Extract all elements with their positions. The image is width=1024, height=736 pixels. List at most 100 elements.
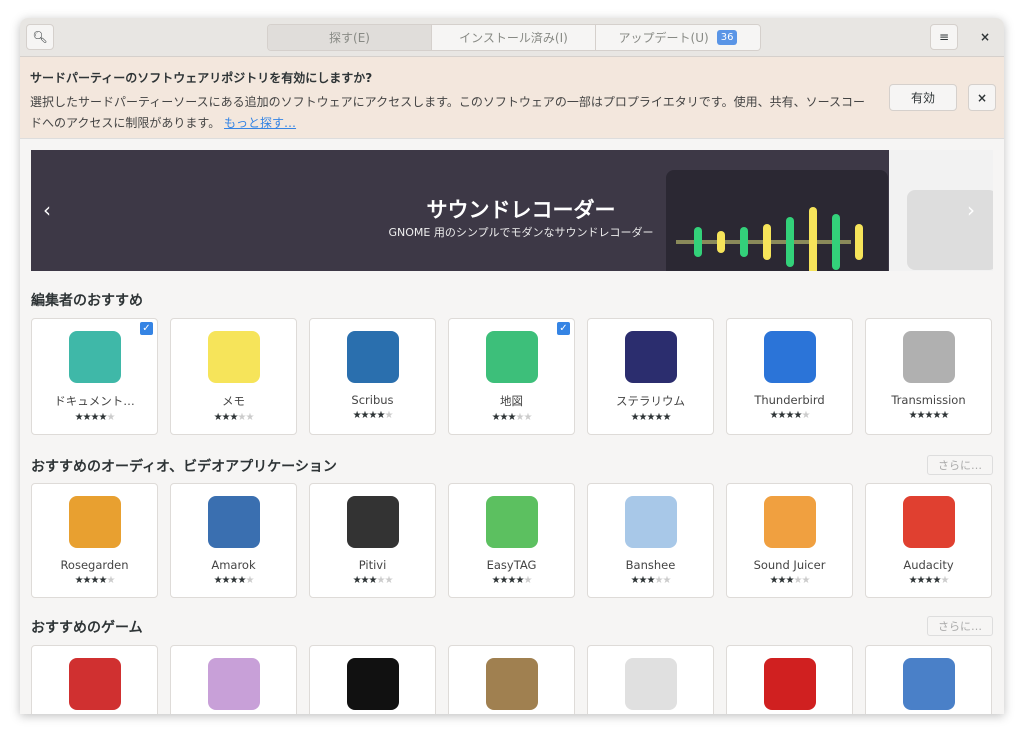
- app-tile[interactable]: Rosegarden ★★★★★: [31, 483, 158, 598]
- star-rating: ★★★★★: [213, 412, 255, 423]
- star-rating: ★★★★★: [75, 575, 116, 586]
- app-tile[interactable]: Amarok ★★★★★: [170, 483, 297, 598]
- star-icon: ★: [360, 575, 370, 586]
- star-icon: ★: [491, 575, 501, 586]
- app-tile[interactable]: ステラリウム ★★★★★: [587, 318, 714, 435]
- app-tile[interactable]: [865, 645, 992, 714]
- star-icon: ★: [916, 410, 926, 421]
- app-tile[interactable]: [170, 645, 297, 714]
- app-icon: [346, 658, 399, 710]
- app-row: [31, 645, 992, 714]
- app-tile[interactable]: [448, 645, 575, 714]
- app-icon: [68, 496, 121, 548]
- featured-banner[interactable]: ‹ サウンドレコーダー GNOME 用のシンプルでモダンなサウンドレコーダー ›: [31, 150, 993, 271]
- app-icon: [346, 496, 399, 548]
- section-title: 編集者のおすすめ: [31, 293, 143, 309]
- menu-button[interactable]: ≡: [930, 24, 958, 50]
- more-button[interactable]: さらに…: [927, 455, 993, 475]
- infobar-text: 選択したサードパーティーソースにある追加のソフトウェアにアクセスします。このソフ…: [30, 95, 865, 130]
- star-icon: ★: [638, 575, 648, 586]
- app-tile[interactable]: Audacity ★★★★★: [865, 483, 992, 598]
- app-name: Sound Juicer: [753, 558, 826, 572]
- app-tile[interactable]: Sound Juicer ★★★★★: [726, 483, 853, 598]
- star-rating: ★★★★★: [352, 575, 394, 586]
- waveform-bar: [809, 207, 817, 271]
- star-icon: ★: [801, 575, 810, 586]
- tab-updates[interactable]: アップデート(U) 36: [596, 25, 760, 50]
- app-tile[interactable]: EasyTAG ★★★★★: [448, 483, 575, 598]
- app-name: Rosegarden: [60, 558, 129, 572]
- learn-more-link[interactable]: もっと探す…: [224, 116, 296, 130]
- star-icon: ★: [213, 412, 223, 423]
- star-icon: ★: [213, 575, 223, 586]
- app-tile[interactable]: [587, 645, 714, 714]
- star-icon: ★: [769, 410, 779, 421]
- star-icon: ★: [908, 575, 918, 586]
- app-tile[interactable]: [31, 645, 158, 714]
- app-row: Rosegarden ★★★★★ Amarok ★★★★★ Pitivi ★★★★★ Eas…: [31, 483, 992, 598]
- app-icon: [68, 658, 121, 710]
- app-name: Scribus: [351, 393, 394, 407]
- star-icon: ★: [74, 412, 84, 423]
- search-button[interactable]: 🔍︎: [26, 24, 54, 50]
- star-icon: ★: [940, 410, 949, 421]
- app-icon: [763, 658, 816, 710]
- app-icon: [68, 331, 121, 383]
- tab-label: アップデート(U): [618, 31, 709, 45]
- app-icon: [902, 331, 955, 383]
- more-button[interactable]: さらに…: [927, 616, 993, 636]
- enable-button[interactable]: 有効: [889, 84, 957, 111]
- banner-prev-button[interactable]: ‹: [43, 198, 51, 222]
- dismiss-infobar-button[interactable]: ×: [968, 84, 996, 111]
- waveform-illustration: [666, 170, 888, 271]
- tab-explore[interactable]: 探す(E): [268, 25, 432, 50]
- star-icon: ★: [499, 412, 509, 423]
- app-tile[interactable]: 地図 ★★★★★ ✓: [448, 318, 575, 435]
- star-rating: ★★★★★: [769, 410, 811, 421]
- star-icon: ★: [662, 412, 671, 423]
- tab-label: 探す(E): [329, 31, 370, 45]
- star-icon: ★: [523, 575, 532, 586]
- app-tile[interactable]: [309, 645, 436, 714]
- star-icon: ★: [106, 575, 115, 586]
- close-window-button[interactable]: ×: [972, 24, 998, 50]
- close-icon: ×: [979, 30, 991, 44]
- app-icon: [346, 331, 399, 383]
- app-tile[interactable]: ドキュメント… ★★★★★ ✓: [31, 318, 158, 435]
- star-rating: ★★★★★: [631, 575, 672, 586]
- app-tile[interactable]: Scribus ★★★★★: [309, 318, 436, 435]
- app-tile[interactable]: Transmission ★★★★★: [865, 318, 992, 435]
- star-icon: ★: [523, 412, 532, 423]
- app-name: Pitivi: [358, 558, 387, 572]
- app-tile[interactable]: メモ ★★★★★: [170, 318, 297, 435]
- star-icon: ★: [352, 575, 362, 586]
- star-icon: ★: [499, 575, 509, 586]
- software-window: 🔍︎ 探す(E) インストール済み(I) アップデート(U) 36 ≡ × サード…: [20, 18, 1004, 714]
- app-name: EasyTAG: [486, 558, 537, 572]
- app-icon: [763, 331, 816, 383]
- tab-installed[interactable]: インストール済み(I): [432, 25, 596, 50]
- app-icon: [207, 658, 260, 710]
- star-icon: ★: [245, 412, 254, 423]
- star-rating: ★★★★★: [74, 412, 116, 423]
- star-icon: ★: [360, 410, 370, 421]
- app-tile[interactable]: Pitivi ★★★★★: [309, 483, 436, 598]
- app-icon: [485, 331, 538, 383]
- app-name: 地図: [500, 394, 523, 408]
- header-bar: 🔍︎ 探す(E) インストール済み(I) アップデート(U) 36 ≡ ×: [20, 18, 1004, 57]
- app-icon: [485, 658, 538, 710]
- star-rating: ★★★★★: [908, 575, 950, 586]
- app-icon: [902, 658, 955, 710]
- app-tile[interactable]: [726, 645, 853, 714]
- star-icon: ★: [384, 575, 393, 586]
- section-title: おすすめのゲーム: [31, 620, 143, 636]
- banner-next-button[interactable]: ›: [967, 198, 975, 222]
- app-icon: [207, 331, 260, 383]
- app-tile[interactable]: Banshee ★★★★★: [587, 483, 714, 598]
- app-name: Banshee: [625, 558, 676, 572]
- hamburger-icon: ≡: [938, 30, 950, 44]
- app-icon: [207, 496, 260, 548]
- app-tile[interactable]: Thunderbird ★★★★★: [726, 318, 853, 435]
- star-icon: ★: [801, 410, 810, 421]
- installed-check-icon: ✓: [140, 322, 153, 335]
